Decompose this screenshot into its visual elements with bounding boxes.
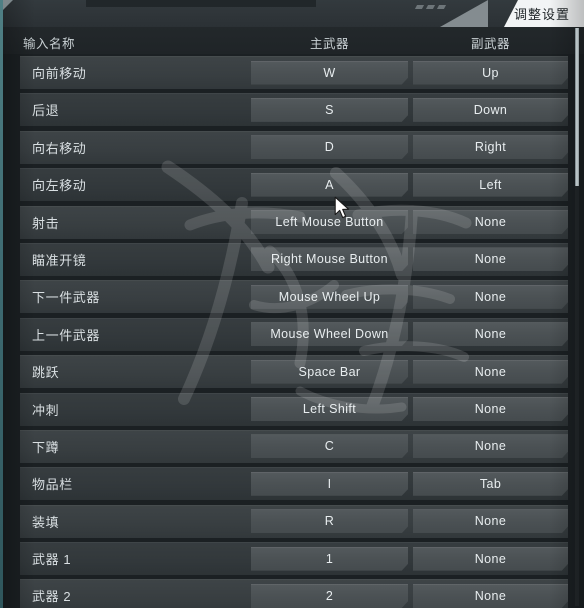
row-action-label: 向右移动 xyxy=(32,140,87,156)
table-row[interactable]: 向左移动 A Left xyxy=(3,166,584,203)
left-edge-accent xyxy=(0,0,3,608)
column-header-name: 输入名称 xyxy=(23,37,76,51)
table-row[interactable]: 下一件武器 Mouse Wheel Up None xyxy=(3,278,584,315)
primary-binding-button[interactable]: Mouse Wheel Up xyxy=(251,284,408,309)
table-row[interactable]: 向右移动 D Right xyxy=(3,129,584,166)
row-action-label: 下一件武器 xyxy=(32,290,101,306)
row-background: 跳跃 Space Bar None xyxy=(20,355,568,389)
secondary-binding-button[interactable]: Tab xyxy=(413,471,568,496)
row-background: 下一件武器 Mouse Wheel Up None xyxy=(20,280,568,314)
row-action-label: 向前移动 xyxy=(32,66,87,81)
row-action-label: 物品栏 xyxy=(32,477,73,493)
table-row[interactable]: 冲刺 Left Shift None xyxy=(3,391,584,428)
secondary-binding-button[interactable]: None xyxy=(413,434,568,459)
secondary-binding-button[interactable]: None xyxy=(413,322,568,347)
secondary-binding-button[interactable]: None xyxy=(413,509,568,534)
keybindings-settings-screen: 调整设置 输入名称 主武器 副武器 向前移动 W Up 后退 S Down 向右移动 D Rig… xyxy=(0,0,584,608)
row-background: 下蹲 C None xyxy=(20,429,568,463)
keybindings-table: 向前移动 W Up 后退 S Down 向右移动 D Right 向左移动 A Left 射击 Left … xyxy=(3,54,584,608)
row-background: 射击 Left Mouse Button None xyxy=(20,205,568,239)
row-background: 上一件武器 Mouse Wheel Down None xyxy=(20,317,568,351)
secondary-binding-button[interactable]: None xyxy=(413,210,568,235)
secondary-binding-button[interactable]: None xyxy=(413,359,568,384)
title-bar-strip xyxy=(86,0,316,7)
row-background: 冲刺 Left Shift None xyxy=(20,392,568,426)
row-action-label: 装填 xyxy=(32,514,60,530)
primary-binding-button[interactable]: W xyxy=(251,60,408,85)
primary-binding-button[interactable]: S xyxy=(251,97,408,122)
table-row[interactable]: 跳跃 Space Bar None xyxy=(3,353,584,390)
primary-binding-button[interactable]: I xyxy=(251,471,408,496)
row-action-label: 武器 1 xyxy=(32,552,72,568)
row-action-label: 下蹲 xyxy=(32,439,60,455)
title-bar: 调整设置 xyxy=(0,0,584,27)
mouse-cursor xyxy=(334,196,351,225)
primary-binding-button[interactable]: Left Shift xyxy=(251,397,408,422)
row-action-label: 向左移动 xyxy=(32,178,87,194)
table-row[interactable]: 武器 1 1 None xyxy=(3,540,584,577)
row-action-label: 上一件武器 xyxy=(32,327,101,343)
row-background: 物品栏 I Tab xyxy=(20,467,568,501)
primary-binding-button[interactable]: Right Mouse Button xyxy=(251,247,408,272)
tab-dash-decor-icon xyxy=(414,5,456,13)
row-background: 向前移动 W Up xyxy=(20,56,568,89)
row-action-label: 武器 2 xyxy=(32,589,72,605)
secondary-binding-button[interactable]: None xyxy=(413,397,568,422)
row-action-label: 冲刺 xyxy=(32,402,60,418)
table-row[interactable]: 后退 S Down xyxy=(3,91,584,128)
table-row[interactable]: 下蹲 C None xyxy=(3,428,584,465)
primary-binding-button[interactable]: R xyxy=(251,509,408,534)
secondary-binding-button[interactable]: Left xyxy=(413,172,568,197)
primary-binding-button[interactable]: Left Mouse Button xyxy=(251,210,408,235)
primary-binding-button[interactable]: Space Bar xyxy=(251,359,408,384)
scrollbar-thumb[interactable] xyxy=(575,28,579,186)
row-action-label: 后退 xyxy=(32,103,60,119)
secondary-binding-button[interactable]: Down xyxy=(413,97,568,122)
secondary-binding-button[interactable]: None xyxy=(413,284,568,309)
row-background: 向左移动 A Left xyxy=(20,168,568,202)
primary-binding-button[interactable]: 1 xyxy=(251,546,408,571)
column-header-primary: 主武器 xyxy=(309,37,349,51)
secondary-binding-button[interactable]: Right xyxy=(413,135,568,160)
tab-adjust-settings-label: 调整设置 xyxy=(513,7,570,22)
table-row[interactable]: 瞄准开镜 Right Mouse Button None xyxy=(3,241,584,278)
primary-binding-button[interactable]: D xyxy=(251,135,408,160)
secondary-binding-button[interactable]: Up xyxy=(413,60,568,85)
table-row[interactable]: 射击 Left Mouse Button None xyxy=(3,204,584,241)
table-row[interactable]: 上一件武器 Mouse Wheel Down None xyxy=(3,316,584,353)
row-background: 向右移动 D Right xyxy=(20,130,568,164)
table-row[interactable]: 武器 2 2 None xyxy=(3,577,584,608)
secondary-binding-button[interactable]: None xyxy=(413,583,568,608)
table-row[interactable]: 装填 R None xyxy=(3,503,584,540)
secondary-binding-button[interactable]: None xyxy=(413,546,568,571)
row-background: 瞄准开镜 Right Mouse Button None xyxy=(20,242,568,276)
table-row[interactable]: 物品栏 I Tab xyxy=(3,465,584,502)
secondary-binding-button[interactable]: None xyxy=(413,247,568,272)
row-action-label: 瞄准开镜 xyxy=(32,252,87,268)
row-background: 装填 R None xyxy=(20,504,568,538)
primary-binding-button[interactable]: C xyxy=(251,434,408,459)
table-row[interactable]: 向前移动 W Up xyxy=(3,54,584,91)
primary-binding-button[interactable]: Mouse Wheel Down xyxy=(251,322,408,347)
row-background: 后退 S Down xyxy=(20,93,568,127)
row-action-label: 射击 xyxy=(32,215,60,231)
primary-binding-button[interactable]: 2 xyxy=(251,583,408,608)
corner-marker-icon xyxy=(3,0,13,10)
primary-binding-button[interactable]: A xyxy=(251,172,408,197)
row-background: 武器 1 1 None xyxy=(20,542,568,576)
table-column-header: 输入名称 主武器 副武器 xyxy=(3,27,584,54)
row-action-label: 跳跃 xyxy=(32,365,60,381)
tab-adjust-settings[interactable]: 调整设置 xyxy=(503,0,584,27)
column-header-secondary: 副武器 xyxy=(470,37,510,51)
row-background: 武器 2 2 None xyxy=(20,579,568,608)
